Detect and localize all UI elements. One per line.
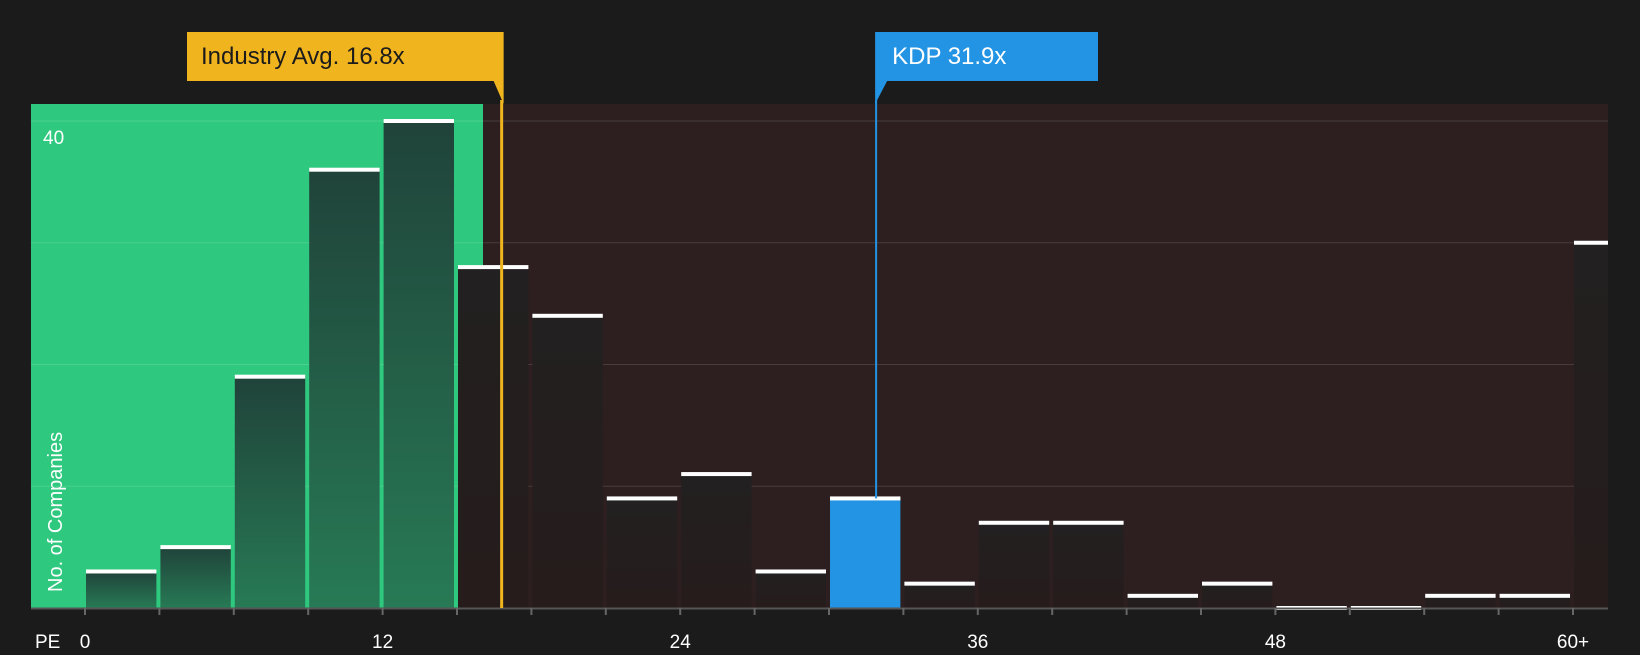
bar-cap [1574,240,1608,245]
histogram-bar [383,121,454,608]
x-tick-label: 48 [1265,632,1286,650]
y-axis-label: No. of Companies [45,432,67,592]
bar-cap [606,496,678,501]
x-tick-label: 12 [372,632,393,650]
histogram-bar [532,315,603,608]
histogram-bar [830,498,901,608]
bar-cap [681,472,752,477]
histogram-bar [755,571,826,608]
bar-cap [1202,581,1273,586]
histogram-bar [1202,583,1273,608]
industry-average-label: Industry Avg. 16.8x [201,43,405,70]
y-tick-label: 40 [43,128,64,149]
bar-cap [904,581,975,586]
histogram-bar [234,376,306,608]
bar-cap [755,569,826,574]
company-pe-label: KDP 31.9x [892,43,1006,70]
x-tick-label: 60+ [1557,632,1589,650]
x-tick-label: 0 [80,632,91,650]
chart-svg: 0 12 24 36 48 60+ Industry Avg. 16.8x KDP 31.9… [31,32,1608,653]
histogram-bar [458,267,529,608]
pe-ratio-histogram: 0 12 24 36 48 60+ Industry Avg. 16.8x KDP 31.9… [0,0,1640,653]
histogram-bar [978,522,1050,608]
x-axis-label: PE [35,632,60,650]
histogram-bar [309,169,380,608]
x-tick-label: 24 [670,632,692,650]
bar-cap [234,374,306,379]
bar-cap [1053,520,1124,525]
bar-cap [86,569,157,574]
histogram-bar [681,474,752,608]
bar-cap [978,520,1050,525]
histogram-bar [606,498,678,608]
histogram-bar [160,547,231,608]
bar-cap [830,496,901,501]
x-tick-label: 36 [967,632,988,650]
bar-cap [1499,593,1570,598]
histogram-bar [1574,242,1608,608]
bar-cap [160,545,231,550]
x-axis: 0 12 24 36 48 60+ [31,607,1608,653]
bar-cap [309,167,380,172]
bar-cap [1127,593,1198,598]
bar-cap [532,313,603,318]
bar-cap [458,265,529,270]
histogram-bar [86,571,157,608]
bar-cap [1425,593,1496,598]
histogram-bar [904,583,975,608]
bar-cap [383,119,454,123]
histogram-bar [1053,522,1124,608]
